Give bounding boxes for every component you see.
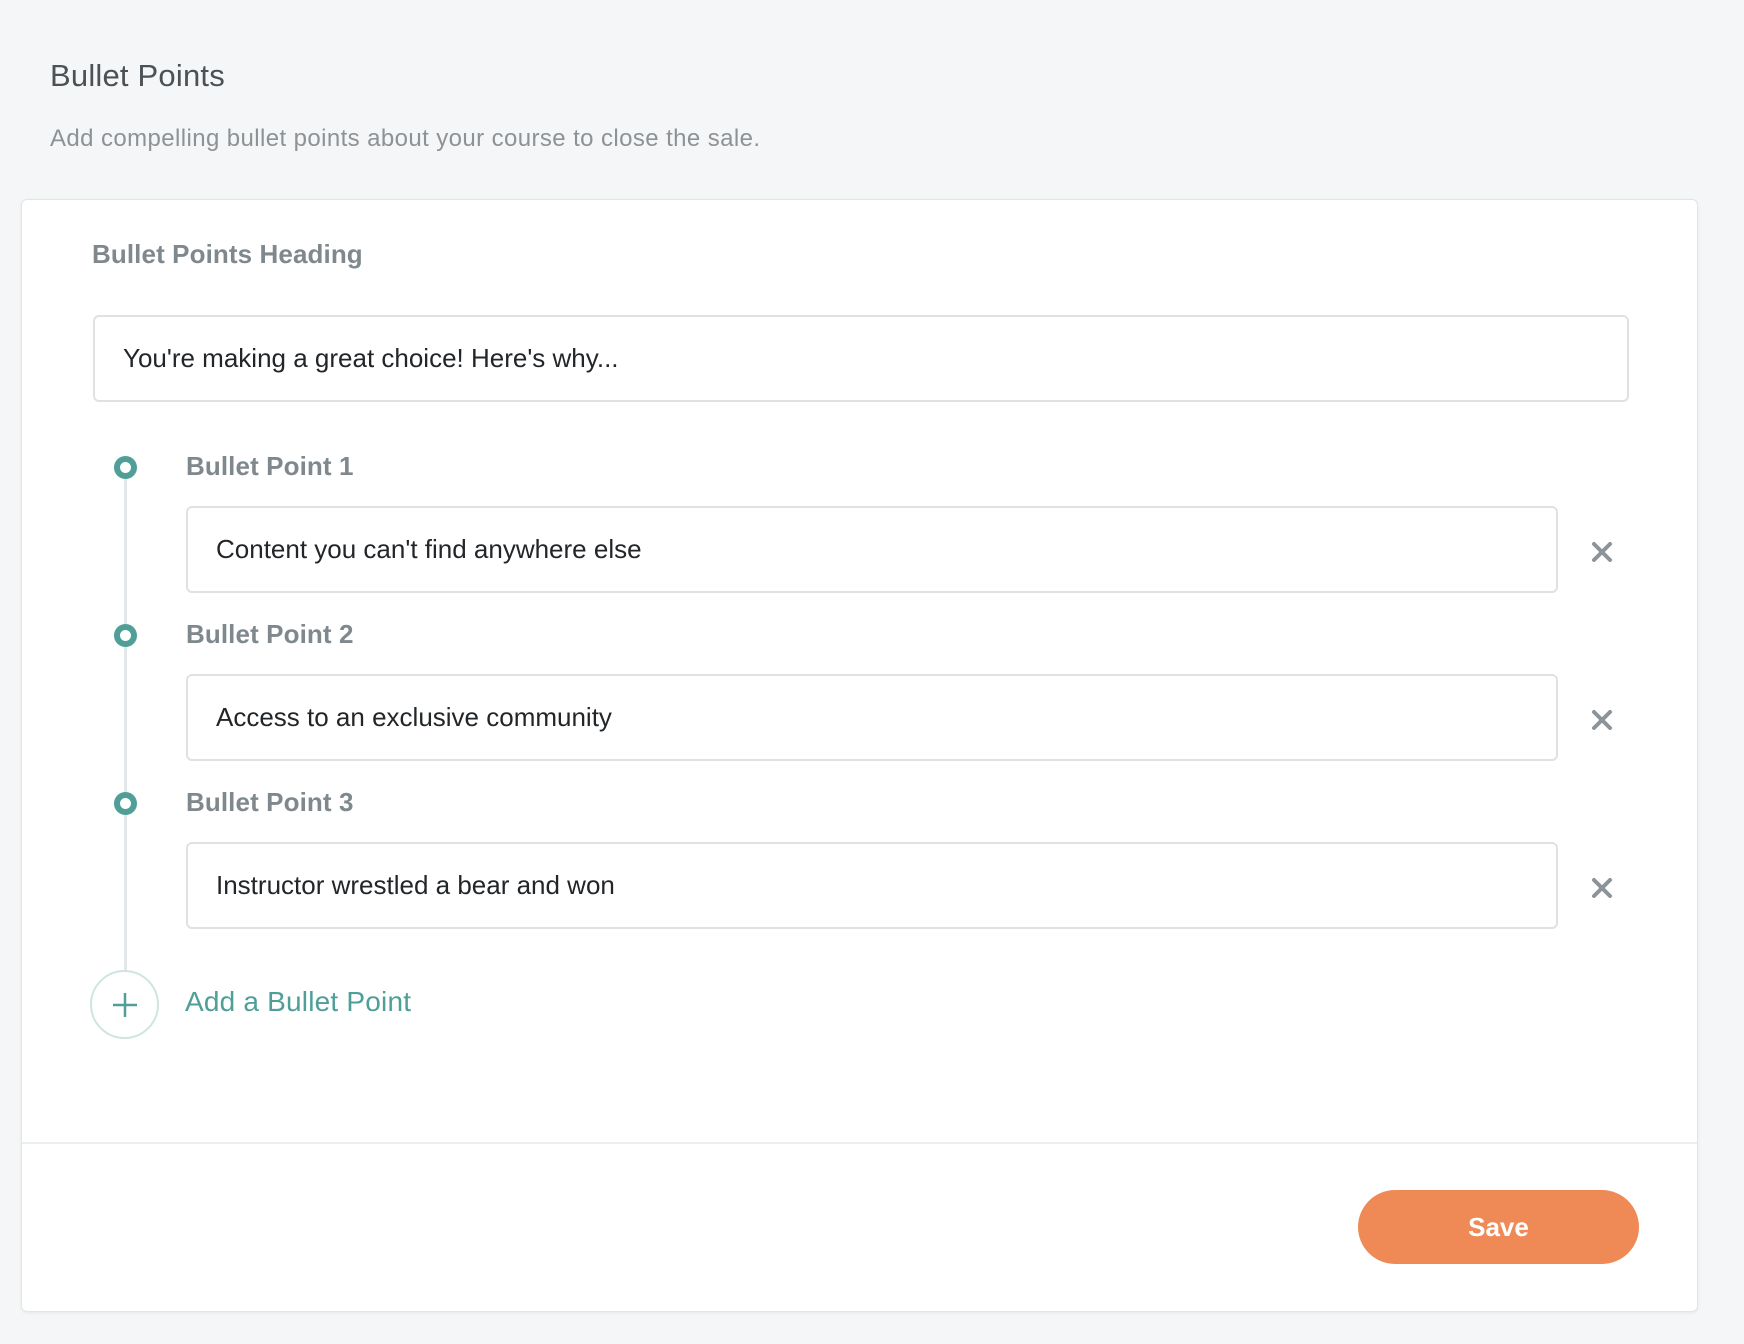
bullet-points-card: Bullet Points Heading Bullet Point 1 Bul… [21,199,1698,1312]
bullet-2-dot-icon [114,624,137,647]
bullet-2-remove-button[interactable] [1582,700,1622,740]
section-title: Bullet Points [50,58,225,93]
plus-icon [112,992,137,1017]
heading-field-label: Bullet Points Heading [92,239,363,269]
bullet-1-input[interactable] [186,506,1558,593]
heading-input[interactable] [93,315,1629,402]
bullet-2-input[interactable] [186,674,1558,761]
add-bullet-button[interactable] [90,970,159,1039]
bullet-1-dot-icon [114,456,137,479]
close-icon [1592,542,1612,562]
close-icon [1592,710,1612,730]
card-footer-divider [22,1142,1697,1144]
bullet-2-label: Bullet Point 2 [186,619,354,649]
add-bullet-link[interactable]: Add a Bullet Point [185,986,411,1018]
save-button[interactable]: Save [1358,1190,1639,1264]
bullet-timeline-line [124,470,127,972]
bullet-3-remove-button[interactable] [1582,868,1622,908]
section-description: Add compelling bullet points about your … [50,125,761,152]
bullet-1-remove-button[interactable] [1582,532,1622,572]
bullet-3-input[interactable] [186,842,1558,929]
bullet-1-label: Bullet Point 1 [186,451,354,481]
bullet-3-label: Bullet Point 3 [186,787,354,817]
bullet-3-dot-icon [114,792,137,815]
close-icon [1592,878,1612,898]
